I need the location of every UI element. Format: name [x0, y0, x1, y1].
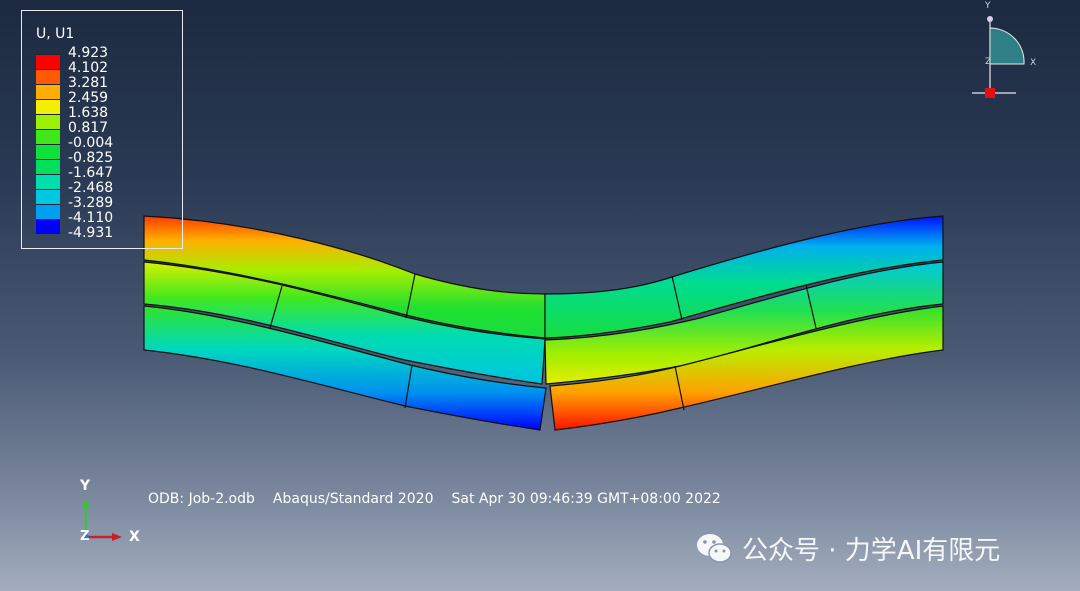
- view-cube-x-label: X: [1030, 58, 1037, 68]
- legend-label: 4.923: [68, 45, 109, 61]
- legend-title: U, U1: [36, 26, 75, 42]
- legend-swatch: [36, 144, 60, 159]
- timestamp: Sat Apr 30 09:46:39 GMT+08:00 2022: [451, 491, 721, 507]
- legend-swatch: [36, 114, 60, 129]
- odb-name: ODB: Job-2.odb: [148, 491, 255, 507]
- triad-y-label: Y: [80, 478, 91, 494]
- legend-swatch: [36, 189, 60, 204]
- legend-swatch: [36, 54, 60, 69]
- watermark: 公众号 · 力学AI有限元: [694, 528, 1000, 568]
- legend-label: 4.102: [68, 60, 109, 76]
- view-orientation-icon: [972, 16, 1025, 98]
- wechat-icon: [694, 528, 734, 568]
- legend-label: 1.638: [68, 105, 109, 121]
- legend-swatch: [36, 84, 60, 99]
- view-cube-y-label: Y: [985, 1, 991, 11]
- triad-x-label: X: [129, 529, 140, 545]
- legend-swatch: [36, 99, 60, 114]
- legend-label: 3.281: [68, 75, 109, 91]
- legend-label: -0.825: [68, 150, 114, 166]
- legend-label: -0.004: [68, 135, 114, 151]
- legend-label: -3.289: [68, 195, 114, 211]
- solver-version: Abaqus/Standard 2020: [272, 491, 434, 507]
- legend-color-bar: [36, 54, 60, 234]
- legend-label: -4.110: [68, 210, 114, 226]
- legend-label: 2.459: [68, 90, 109, 106]
- contour-legend: U, U1 4.923 4.102 3.281 2.459 1.638 0.817 -0.0…: [21, 10, 183, 249]
- triad-z-label: Z: [80, 529, 90, 544]
- legend-label: -2.468: [68, 180, 114, 196]
- legend-swatch: [36, 69, 60, 84]
- legend-label: -1.647: [68, 165, 114, 181]
- legend-swatch: [36, 174, 60, 189]
- legend-swatch: [36, 159, 60, 174]
- view-cube-z-label: Z: [985, 57, 992, 67]
- legend-swatch: [36, 129, 60, 144]
- watermark-text: 公众号 · 力学AI有限元: [742, 535, 1001, 566]
- legend-swatch: [36, 204, 60, 219]
- legend-label: 0.817: [68, 120, 109, 136]
- legend-swatch: [36, 219, 60, 234]
- legend-label: -4.931: [68, 225, 114, 241]
- odb-info-line: ODB: Job-2.odb Abaqus/Standard 2020 Sat Ap…: [148, 491, 739, 507]
